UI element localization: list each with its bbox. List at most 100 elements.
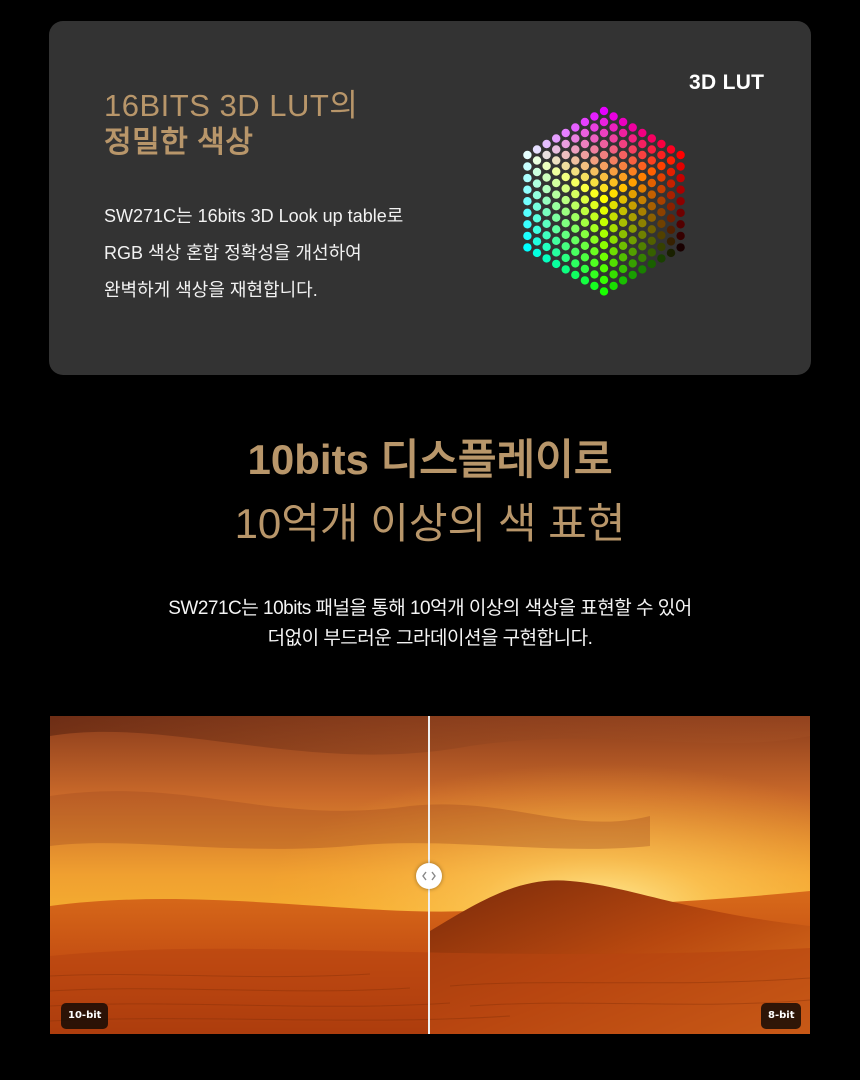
cube-dot — [590, 156, 599, 165]
cube-dot — [628, 123, 637, 132]
cube-dot — [590, 247, 599, 256]
cube-dot — [609, 281, 618, 291]
cube-dot — [580, 241, 590, 250]
cube-dot — [618, 218, 628, 227]
cube-dot — [580, 150, 590, 160]
display-title-bold: 10bits 디스플레이 — [247, 436, 574, 483]
cube-dot — [609, 156, 618, 165]
label-8-bit: 8-bit — [761, 1003, 802, 1029]
cube-dot — [542, 150, 551, 160]
cube-dot — [666, 237, 676, 246]
cube-dot — [599, 150, 609, 160]
cube-dot — [618, 150, 628, 160]
cube-dot — [618, 206, 628, 216]
cube-dot — [628, 134, 637, 143]
cube-dot — [628, 178, 637, 187]
cube-dot — [628, 259, 637, 268]
cube-dot — [561, 161, 570, 171]
cube-dot — [523, 197, 532, 206]
cube-dot — [676, 173, 685, 183]
cube-dot — [571, 189, 580, 199]
cube-dot — [561, 172, 570, 182]
cube-dot — [657, 150, 666, 160]
display-title: 10bits 디스플레이로 10억개 이상의 색 표현 — [0, 428, 860, 556]
display-desc-line: SW271C는 10bits 패널을 통해 10억개 이상의 색상을 표현할 수… — [168, 598, 692, 619]
cube-dot — [580, 128, 590, 138]
cube-dot — [609, 224, 618, 233]
cube-dot — [532, 225, 542, 234]
left-right-chevrons-icon[interactable] — [416, 863, 442, 889]
cube-dot — [571, 156, 580, 165]
cube-dot — [638, 184, 647, 193]
cube-dot — [628, 145, 637, 154]
cube-dot — [676, 185, 685, 194]
cube-dot — [666, 167, 676, 177]
cube-dot — [618, 264, 628, 274]
cube-dot — [638, 139, 647, 149]
cube-dot — [580, 264, 590, 274]
cube-dot — [532, 145, 542, 154]
cube-dot — [542, 242, 551, 252]
cube-dot — [638, 207, 647, 216]
cube-dot — [552, 225, 561, 234]
cube-dot — [657, 208, 666, 217]
cube-dot — [571, 270, 580, 280]
cube-dot — [666, 214, 676, 223]
cube-dot — [523, 173, 532, 183]
cube-dot — [552, 202, 561, 211]
cube-dot — [628, 156, 637, 165]
cube-dot — [657, 184, 666, 194]
cube-dot — [542, 161, 551, 171]
cube-dot — [628, 270, 637, 280]
cube-dot — [609, 167, 618, 176]
cube-dot — [590, 189, 599, 198]
cube-dot — [638, 253, 647, 263]
cube-dot — [676, 208, 685, 217]
cube-dot — [609, 235, 618, 244]
cube-dot — [590, 134, 599, 143]
lut-desc-line: SW271C는 16bits 3D Look up table로 — [104, 206, 404, 226]
cube-dot — [552, 167, 561, 176]
cube-dot — [618, 276, 628, 285]
cube-dot — [599, 229, 609, 238]
cube-dot — [552, 236, 561, 245]
cube-dot — [590, 212, 599, 221]
cube-dot — [599, 287, 609, 296]
cube-dot — [638, 219, 647, 228]
cube-dot — [666, 225, 676, 234]
cube-dot — [599, 206, 609, 215]
cube-dot — [590, 167, 599, 176]
cube-dot — [523, 208, 532, 217]
cube-dot — [580, 172, 590, 182]
cube-dot — [590, 224, 599, 233]
cube-dot — [532, 156, 542, 165]
lut-description: SW271C는 16bits 3D Look up table로 RGB 색상 … — [104, 198, 484, 309]
cube-dot — [542, 254, 551, 263]
cube-dot — [628, 213, 637, 222]
display-title-suffix: 로 — [573, 436, 613, 483]
cube-dot — [609, 270, 618, 279]
cube-dot — [599, 217, 609, 227]
cube-dot — [590, 258, 599, 267]
cube-dot — [571, 178, 580, 187]
cube-dot — [580, 183, 590, 193]
cube-dot — [571, 123, 580, 132]
display-desc-line: 더없이 부드러운 그라데이션을 구현합니다. — [267, 628, 593, 649]
cube-dot — [542, 208, 551, 217]
cube-dot — [571, 134, 580, 143]
cube-dot — [609, 145, 618, 154]
cube-dot — [542, 231, 551, 240]
cube-dot — [647, 134, 656, 143]
cube-dot — [647, 213, 656, 222]
cube-dot — [647, 167, 656, 176]
cube-dot — [647, 225, 656, 234]
cube-dot — [638, 230, 647, 239]
lut-desc-line: RGB 색상 혼합 정확성을 개선하여 — [104, 243, 362, 263]
cube-dot — [542, 196, 551, 205]
cube-dot — [657, 139, 666, 149]
cube-dot — [628, 224, 637, 233]
cube-dot — [628, 167, 637, 176]
cube-dot — [609, 178, 618, 187]
cube-dot — [542, 184, 551, 194]
cube-dot — [561, 139, 570, 149]
